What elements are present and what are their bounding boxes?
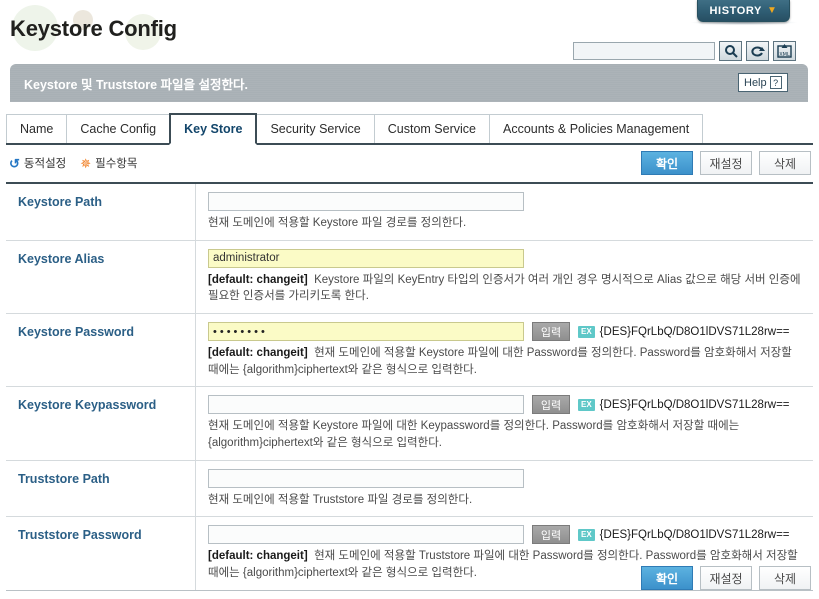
tab-label: Accounts & Policies Management — [503, 122, 690, 136]
field-input[interactable] — [208, 395, 524, 415]
xml-export-button[interactable]: XML — [773, 41, 796, 61]
tab-custom-service[interactable]: Custom Service — [373, 114, 490, 143]
tab-name[interactable]: Name — [6, 114, 68, 143]
help-button[interactable]: Help ? — [738, 73, 788, 92]
history-tab[interactable]: HISTORY ▼ — [697, 0, 790, 22]
tab-label: Cache Config — [80, 122, 157, 136]
reset-button-top[interactable]: 재설정 — [700, 151, 752, 175]
refresh-button[interactable] — [746, 41, 769, 61]
confirm-button-bottom[interactable]: 확인 — [641, 566, 693, 590]
cipher-text: {DES}FQrLbQ/D8O1lDVS71L28rw== — [599, 528, 790, 541]
field-hint: 현재 도메인에 적용할 Keystore 파일에 대한 Keypassword를… — [208, 418, 805, 451]
field-hint-text: 현재 도메인에 적용할 Truststore 파일 경로를 정의한다. — [208, 493, 473, 506]
cipher-text: {DES}FQrLbQ/D8O1lDVS71L28rw== — [599, 398, 790, 411]
field-label: Truststore Path — [6, 460, 196, 517]
field-value-cell: 입력 EX {DES}FQrLbQ/D8O1lDVS71L28rw== [defaul… — [196, 314, 813, 386]
refresh-icon — [751, 46, 765, 56]
field-hint: 현재 도메인에 적용할 Truststore 파일 경로를 정의한다. — [208, 492, 805, 509]
search-icon — [724, 45, 738, 58]
input-password-button[interactable]: 입력 — [532, 322, 570, 342]
question-mark-icon: ? — [769, 76, 782, 89]
tab-label: Custom Service — [387, 122, 476, 136]
field-hint: [default: changeit] Keystore 파일의 KeyEntr… — [208, 272, 805, 305]
legend-required: ✵ 필수항목 — [80, 155, 137, 171]
field-input-line — [208, 192, 805, 211]
tab-security-service[interactable]: Security Service — [256, 114, 375, 143]
field-hint-default: [default: changeit] — [208, 273, 308, 286]
field-input[interactable] — [208, 322, 524, 342]
tab-bar: Name Cache Config Key Store Security Servic… — [6, 113, 813, 145]
chevron-down-icon: ▼ — [767, 4, 778, 16]
field-value-cell: 현재 도메인에 적용할 Truststore 파일 경로를 정의한다. — [196, 461, 813, 517]
field-value-cell: 입력 EX {DES}FQrLbQ/D8O1lDVS71L28rw== 현재 도메인에… — [196, 387, 813, 459]
help-button-label: Help — [744, 76, 767, 89]
field-input-line: 입력 EX {DES}FQrLbQ/D8O1lDVS71L28rw== — [208, 395, 805, 415]
cipher-example: EX {DES}FQrLbQ/D8O1lDVS71L28rw== — [578, 325, 790, 338]
example-badge-icon: EX — [578, 528, 595, 541]
form-row: Keystore Keypassword 입력 EX {DES}FQrLbQ/D8O1… — [6, 387, 813, 461]
example-badge-icon: EX — [578, 325, 595, 338]
field-hint-default: [default: changeit] — [208, 347, 308, 360]
legend-dynamic: ↺ 동적설정 — [9, 155, 66, 171]
form-row: Keystore Alias [default: changeit] Keysto… — [6, 240, 813, 315]
page-description-bar: Keystore 및 Truststore 파일을 설정한다. — [10, 64, 808, 102]
field-input-line: 입력 EX {DES}FQrLbQ/D8O1lDVS71L28rw== — [208, 322, 805, 342]
reset-button-bottom[interactable]: 재설정 — [700, 566, 752, 590]
field-value-cell: 현재 도메인에 적용할 Keystore 파일 경로를 정의한다. — [196, 184, 813, 240]
legend: ↺ 동적설정 ✵ 필수항목 — [9, 155, 137, 171]
field-hint-text: 현재 도메인에 적용할 Keystore 파일에 대한 Keypassword를… — [208, 420, 740, 450]
field-hint: 현재 도메인에 적용할 Keystore 파일 경로를 정의한다. — [208, 215, 805, 232]
field-input[interactable] — [208, 192, 524, 211]
field-label: Keystore Password — [6, 314, 196, 387]
tab-label: Name — [20, 122, 54, 136]
search-input[interactable] — [573, 42, 715, 60]
page-title: Keystore Config — [10, 16, 177, 41]
legend-dynamic-label: 동적설정 — [23, 158, 67, 170]
tab-cache-config[interactable]: Cache Config — [66, 114, 171, 143]
cipher-example: EX {DES}FQrLbQ/D8O1lDVS71L28rw== — [578, 528, 790, 541]
field-label: Keystore Alias — [6, 240, 196, 314]
tab-label: Key Store — [184, 122, 243, 136]
history-tab-label: HISTORY — [709, 4, 762, 17]
field-input-line — [208, 468, 805, 488]
refresh-icon: ↺ — [9, 155, 20, 171]
input-password-button[interactable]: 입력 — [532, 395, 570, 415]
keystore-config-page: HISTORY ▼ Keystore Config XML Keystore 및… — [0, 0, 819, 599]
confirm-button-top[interactable]: 확인 — [641, 151, 693, 175]
field-input[interactable] — [208, 525, 524, 545]
xml-export-icon: XML — [777, 44, 792, 58]
page-description-text: Keystore 및 Truststore 파일을 설정한다. — [24, 77, 248, 92]
cipher-example: EX {DES}FQrLbQ/D8O1lDVS71L28rw== — [578, 398, 790, 411]
search-button[interactable] — [719, 41, 742, 61]
field-input[interactable] — [208, 248, 524, 268]
action-buttons-bottom: 확인 재설정 삭제 — [641, 566, 811, 590]
field-input-line: 입력 EX {DES}FQrLbQ/D8O1lDVS71L28rw== — [208, 525, 805, 545]
field-label: Truststore Password — [6, 517, 196, 590]
delete-button-top[interactable]: 삭제 — [759, 151, 811, 175]
search-toolbar: XML — [573, 41, 796, 61]
example-badge-icon: EX — [578, 398, 595, 411]
field-input[interactable] — [208, 468, 524, 488]
legend-required-label: 필수항목 — [95, 158, 138, 170]
field-hint-text: 현재 도메인에 적용할 Keystore 파일 경로를 정의한다. — [208, 217, 467, 229]
keystore-form: Keystore Path 현재 도메인에 적용할 Keystore 파일 경로를… — [6, 182, 813, 591]
tab-accounts-policies-management[interactable]: Accounts & Policies Management — [489, 114, 704, 143]
svg-text:XML: XML — [779, 52, 790, 58]
field-label: Keystore Keypassword — [6, 387, 196, 460]
tab-key-store[interactable]: Key Store — [169, 113, 258, 145]
input-password-button[interactable]: 입력 — [532, 525, 570, 545]
field-label: Keystore Path — [6, 184, 196, 240]
cipher-text: {DES}FQrLbQ/D8O1lDVS71L28rw== — [599, 325, 790, 338]
delete-button-bottom[interactable]: 삭제 — [759, 566, 811, 590]
field-value-cell: [default: changeit] Keystore 파일의 KeyEntr… — [196, 241, 813, 313]
form-row: Keystore Password 입력 EX {DES}FQrLbQ/D8O1lDV… — [6, 314, 813, 388]
form-row: Truststore Path 현재 도메인에 적용할 Truststore 파일… — [6, 460, 813, 518]
form-row: Keystore Path 현재 도메인에 적용할 Keystore 파일 경로를… — [6, 184, 813, 241]
field-hint: [default: changeit] 현재 도메인에 적용할 Keystore… — [208, 345, 805, 378]
field-input-line — [208, 248, 805, 268]
action-buttons-top: 확인 재설정 삭제 — [641, 151, 811, 175]
tab-label: Security Service — [270, 122, 361, 136]
field-hint-default: [default: changeit] — [208, 550, 308, 563]
asterisk-icon: ✵ — [80, 155, 92, 171]
